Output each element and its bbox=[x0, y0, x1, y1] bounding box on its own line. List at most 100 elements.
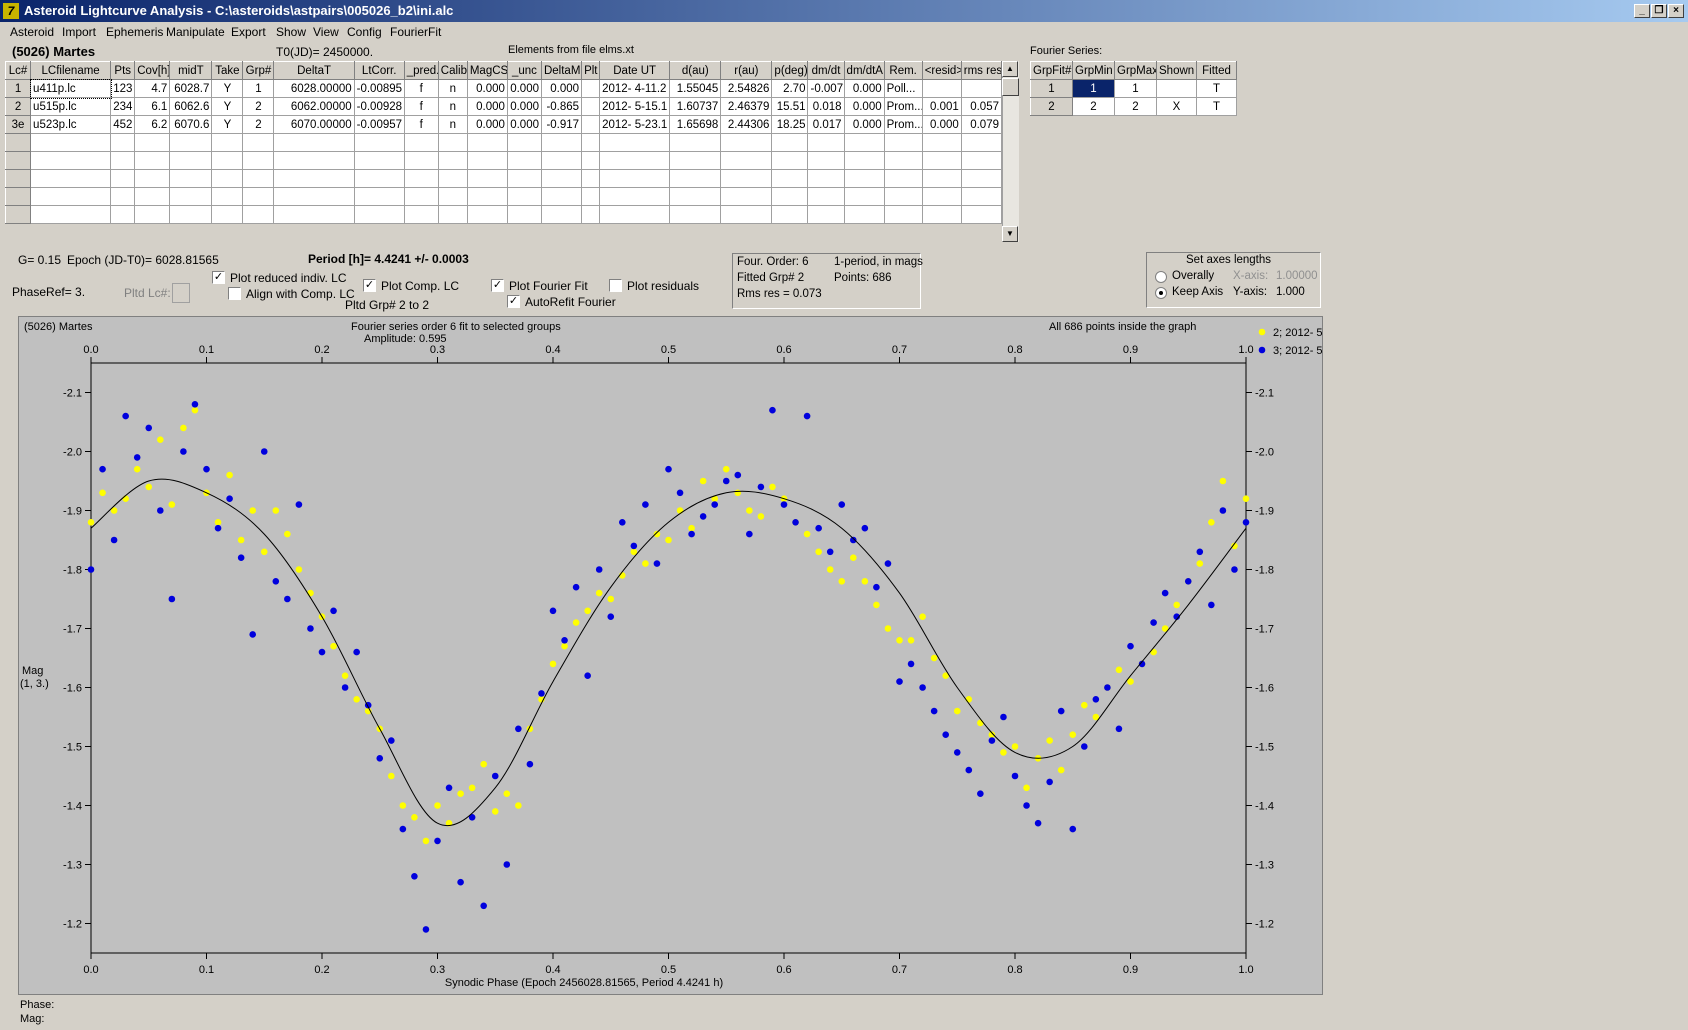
table-cell[interactable]: 2.70 bbox=[771, 79, 809, 98]
table-cell[interactable] bbox=[599, 169, 671, 188]
table-cell[interactable] bbox=[110, 169, 136, 188]
table-cell[interactable] bbox=[540, 205, 583, 224]
table-cell[interactable] bbox=[960, 187, 1003, 206]
table-cell[interactable]: 2.44306 bbox=[720, 115, 773, 134]
table-cell[interactable] bbox=[211, 205, 244, 224]
table-cell[interactable] bbox=[883, 133, 923, 152]
table-cell[interactable] bbox=[134, 133, 171, 152]
table-cell[interactable]: 0.000 bbox=[921, 115, 962, 134]
table-cell[interactable]: 2012- 5-15.1 bbox=[599, 97, 671, 116]
table-cell[interactable]: 0.000 bbox=[466, 79, 508, 98]
table-cell[interactable] bbox=[353, 169, 405, 188]
table-cell[interactable]: 0.057 bbox=[960, 97, 1003, 116]
lc-col-header[interactable]: Plt bbox=[581, 61, 601, 80]
table-cell[interactable] bbox=[960, 169, 1003, 188]
table-row[interactable] bbox=[4, 169, 1003, 188]
table-cell[interactable] bbox=[883, 205, 923, 224]
table-cell[interactable]: 452 bbox=[110, 115, 136, 134]
table-cell[interactable] bbox=[4, 169, 32, 188]
table-cell[interactable] bbox=[807, 169, 845, 188]
table-cell[interactable] bbox=[273, 205, 355, 224]
table-cell[interactable]: f bbox=[403, 115, 439, 134]
table-cell[interactable] bbox=[599, 151, 671, 170]
table-cell[interactable] bbox=[110, 151, 136, 170]
lc-col-header[interactable]: rms res bbox=[960, 61, 1003, 80]
table-cell[interactable] bbox=[506, 151, 542, 170]
table-cell[interactable] bbox=[169, 133, 213, 152]
table-cell[interactable]: n bbox=[437, 79, 468, 98]
table-cell[interactable] bbox=[466, 133, 508, 152]
table-cell[interactable]: 1 bbox=[1114, 79, 1157, 98]
pltd-lc-spinner[interactable] bbox=[172, 283, 190, 303]
table-cell[interactable] bbox=[771, 187, 809, 206]
table-cell[interactable] bbox=[669, 151, 722, 170]
table-cell[interactable] bbox=[807, 187, 845, 206]
table-cell[interactable] bbox=[771, 205, 809, 224]
table-cell[interactable] bbox=[581, 169, 601, 188]
table-cell[interactable] bbox=[771, 151, 809, 170]
table-cell[interactable] bbox=[506, 205, 542, 224]
table-cell[interactable] bbox=[921, 79, 962, 98]
lc-col-header[interactable]: midT bbox=[169, 61, 213, 80]
table-cell[interactable] bbox=[581, 187, 601, 206]
table-cell[interactable]: 6070.00000 bbox=[273, 115, 355, 134]
close-button[interactable]: × bbox=[1668, 4, 1684, 18]
lc-col-header[interactable]: dm/dtA bbox=[843, 61, 885, 80]
menu-asteroid[interactable]: Asteroid bbox=[10, 25, 54, 39]
table-cell[interactable] bbox=[242, 169, 275, 188]
lc-col-header[interactable]: DeltaM bbox=[540, 61, 583, 80]
table-cell[interactable]: 6.1 bbox=[134, 97, 171, 116]
table-cell[interactable]: 0.079 bbox=[960, 115, 1003, 134]
table-cell[interactable] bbox=[807, 205, 845, 224]
table-cell[interactable] bbox=[30, 169, 112, 188]
table-cell[interactable] bbox=[211, 151, 244, 170]
minimize-button[interactable]: _ bbox=[1634, 4, 1650, 18]
table-cell[interactable] bbox=[437, 187, 468, 206]
table-cell[interactable] bbox=[466, 151, 508, 170]
table-cell[interactable]: 1 bbox=[4, 79, 32, 98]
table-cell[interactable]: 3e bbox=[4, 115, 32, 134]
table-cell[interactable]: Poll... bbox=[883, 79, 923, 98]
table-cell[interactable] bbox=[4, 151, 32, 170]
table-cell[interactable] bbox=[807, 133, 845, 152]
table-cell[interactable] bbox=[30, 205, 112, 224]
table-cell[interactable]: 1.65698 bbox=[669, 115, 722, 134]
table-cell[interactable] bbox=[921, 151, 962, 170]
table-cell[interactable] bbox=[211, 169, 244, 188]
table-cell[interactable]: 1.60737 bbox=[669, 97, 722, 116]
table-cell[interactable]: 0.018 bbox=[807, 97, 845, 116]
menu-manipulate[interactable]: Manipulate bbox=[166, 25, 225, 39]
plot-fourier-checkbox[interactable]: ✓ bbox=[491, 279, 504, 292]
table-cell[interactable]: -0.917 bbox=[540, 115, 583, 134]
table-cell[interactable] bbox=[437, 151, 468, 170]
menu-view[interactable]: View bbox=[313, 25, 339, 39]
lc-col-header[interactable]: d(au) bbox=[669, 61, 722, 80]
table-cell[interactable] bbox=[540, 187, 583, 206]
table-cell[interactable] bbox=[134, 205, 171, 224]
table-cell[interactable] bbox=[30, 133, 112, 152]
plot-residuals-checkbox[interactable] bbox=[609, 279, 622, 292]
table-cell[interactable]: 6028.7 bbox=[169, 79, 213, 98]
lc-col-header[interactable]: Cov[h] bbox=[134, 61, 171, 80]
table-row[interactable]: 111T bbox=[1030, 79, 1237, 98]
table-cell[interactable] bbox=[211, 187, 244, 206]
table-row[interactable] bbox=[4, 187, 1003, 206]
table-cell[interactable] bbox=[669, 205, 722, 224]
table-cell[interactable]: 1.55045 bbox=[669, 79, 722, 98]
table-cell[interactable] bbox=[403, 151, 439, 170]
table-cell[interactable] bbox=[669, 169, 722, 188]
table-cell[interactable]: -0.007 bbox=[807, 79, 845, 98]
lc-col-header[interactable]: _unc bbox=[506, 61, 542, 80]
table-cell[interactable] bbox=[720, 169, 773, 188]
table-cell[interactable] bbox=[506, 133, 542, 152]
table-cell[interactable] bbox=[1156, 79, 1197, 98]
table-cell[interactable] bbox=[720, 151, 773, 170]
lc-col-header[interactable]: r(au) bbox=[720, 61, 773, 80]
plot-reduced-checkbox[interactable]: ✓ bbox=[212, 271, 225, 284]
table-cell[interactable] bbox=[581, 205, 601, 224]
lc-col-header[interactable]: _pred. bbox=[403, 61, 439, 80]
table-cell[interactable]: 4.7 bbox=[134, 79, 171, 98]
maximize-button[interactable]: ❐ bbox=[1651, 4, 1667, 18]
table-cell[interactable] bbox=[169, 151, 213, 170]
table-cell[interactable]: 2 bbox=[242, 97, 275, 116]
